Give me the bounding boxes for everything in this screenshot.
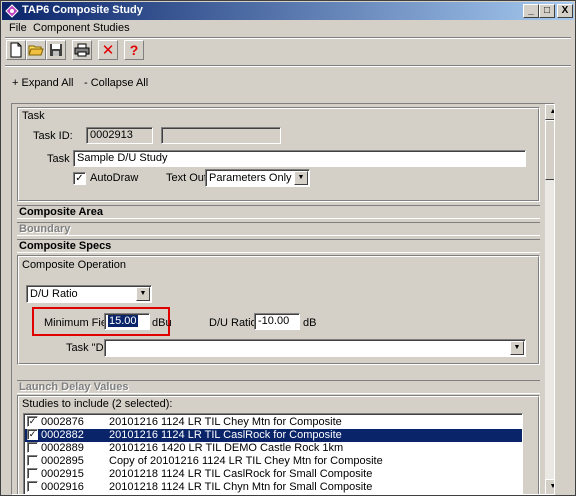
study-name: 20101216 1124 LR TIL Chey Mtn for Compos… bbox=[109, 416, 342, 428]
study-id: 0002895 bbox=[41, 455, 84, 467]
menu-file[interactable]: File bbox=[9, 22, 27, 34]
task-name-input[interactable]: Sample D/U Study bbox=[73, 150, 526, 167]
chevron-down-icon[interactable]: ▼ bbox=[510, 341, 524, 355]
study-checkbox[interactable] bbox=[27, 468, 38, 479]
study-id: 0002915 bbox=[41, 468, 84, 480]
study-row[interactable]: 0002895 Copy of 20101216 1124 LR TIL Che… bbox=[25, 455, 522, 468]
du-ratio-input[interactable]: -10.00 bbox=[254, 313, 300, 330]
menu-component-studies[interactable]: Component Studies bbox=[33, 22, 130, 34]
composite-specs-header[interactable]: Composite Specs bbox=[17, 239, 540, 253]
study-checkbox[interactable]: ✓ bbox=[27, 416, 38, 427]
study-checkbox[interactable]: ✓ bbox=[27, 429, 38, 440]
composite-area-header[interactable]: Composite Area bbox=[17, 205, 540, 219]
help-icon: ? bbox=[129, 42, 139, 58]
close-button[interactable]: X bbox=[557, 4, 573, 18]
chevron-down-icon[interactable]: ▼ bbox=[136, 287, 150, 301]
save-icon bbox=[50, 44, 62, 56]
text-out-label: Text Out: bbox=[166, 172, 211, 184]
task-id-label: Task ID: bbox=[33, 130, 73, 142]
minimum-field-unit: dBu bbox=[152, 317, 172, 329]
task-name-label: Task bbox=[47, 153, 70, 165]
delete-button[interactable]: ✕ bbox=[98, 40, 118, 60]
autodraw-checkbox[interactable]: ✓ bbox=[73, 172, 86, 185]
autodraw-label: AutoDraw bbox=[90, 172, 139, 184]
save-button[interactable] bbox=[46, 40, 66, 60]
study-name: 20101218 1124 LR TIL CaslRock for Small … bbox=[109, 468, 373, 480]
app-window: TAP6 Composite Study _ □ X File Componen… bbox=[0, 0, 576, 496]
expand-bar: + Expand All - Collapse All bbox=[2, 71, 574, 99]
scroll-thumb[interactable] bbox=[545, 120, 554, 180]
expand-all-button[interactable]: + Expand All bbox=[12, 77, 73, 89]
launch-delay-header: Launch Delay Values bbox=[17, 380, 540, 394]
toolbar: ✕ ? bbox=[2, 38, 574, 64]
app-logo-icon bbox=[5, 4, 19, 18]
content-scroll-panel: Task Task ID: 0002913 Task Sample D/U St… bbox=[11, 103, 555, 495]
composite-operation-select[interactable]: D/U Ratio ▼ bbox=[26, 285, 152, 303]
print-button[interactable] bbox=[72, 40, 92, 60]
collapse-all-button[interactable]: - Collapse All bbox=[84, 77, 148, 89]
studies-list[interactable]: ✓ 0002876 20101216 1124 LR TIL Chey Mtn … bbox=[23, 413, 523, 494]
study-row[interactable]: 0002915 20101218 1124 LR TIL CaslRock fo… bbox=[25, 468, 522, 481]
print-icon bbox=[74, 43, 90, 57]
scroll-up-icon[interactable]: ▲ bbox=[545, 104, 554, 120]
task-d-label: Task "D" bbox=[66, 342, 108, 354]
composite-operation-label: Composite Operation bbox=[22, 259, 126, 271]
study-id: 0002916 bbox=[41, 481, 84, 493]
study-row[interactable]: ✓ 0002876 20101216 1124 LR TIL Chey Mtn … bbox=[25, 416, 522, 429]
composite-operation-value: D/U Ratio bbox=[30, 288, 78, 300]
task-header: Task bbox=[22, 110, 45, 122]
du-ratio-label: D/U Ratio bbox=[209, 317, 257, 329]
text-out-value: Parameters Only bbox=[209, 172, 292, 184]
window-title: TAP6 Composite Study bbox=[22, 4, 143, 16]
new-icon bbox=[10, 42, 22, 58]
task-id-field: 0002913 bbox=[86, 127, 153, 144]
minimize-button[interactable]: _ bbox=[523, 4, 539, 18]
study-row[interactable]: 0002889 20101216 1420 LR TIL DEMO Castle… bbox=[25, 442, 522, 455]
task-group: Task Task ID: 0002913 Task Sample D/U St… bbox=[17, 107, 540, 202]
maximize-button[interactable]: □ bbox=[539, 4, 555, 18]
open-button[interactable] bbox=[26, 40, 46, 60]
study-row-selected[interactable]: ✓ 0002882 20101216 1124 LR TIL CaslRock … bbox=[25, 429, 522, 442]
study-name: 20101216 1420 LR TIL DEMO Castle Rock 1k… bbox=[109, 442, 344, 454]
delete-icon: ✕ bbox=[101, 42, 115, 59]
study-id: 0002889 bbox=[41, 442, 84, 454]
open-icon bbox=[28, 45, 44, 56]
study-id: 0002882 bbox=[41, 429, 84, 441]
title-bar[interactable]: TAP6 Composite Study _ □ X bbox=[2, 2, 574, 20]
task-id-extra-field bbox=[161, 127, 281, 144]
study-name: 20101218 1124 LR TIL Chyn Mtn for Small … bbox=[109, 481, 373, 493]
composite-operation-group: Composite Operation D/U Ratio ▼ Minimum … bbox=[17, 255, 540, 365]
vertical-scrollbar[interactable]: ▲ ▼ bbox=[545, 104, 554, 494]
boundary-header: Boundary bbox=[17, 222, 540, 236]
study-checkbox[interactable] bbox=[27, 442, 38, 453]
menu-bar: File Component Studies bbox=[2, 20, 574, 38]
study-row[interactable]: 0002916 20101218 1124 LR TIL Chyn Mtn fo… bbox=[25, 481, 522, 494]
scroll-down-icon[interactable]: ▼ bbox=[545, 479, 554, 494]
study-id: 0002876 bbox=[41, 416, 84, 428]
study-checkbox[interactable] bbox=[27, 481, 38, 492]
help-button[interactable]: ? bbox=[124, 40, 144, 60]
chevron-down-icon[interactable]: ▼ bbox=[294, 171, 308, 185]
du-ratio-unit: dB bbox=[303, 317, 317, 329]
study-name: Copy of 20101216 1124 LR TIL Chey Mtn fo… bbox=[109, 455, 383, 467]
task-d-select[interactable]: ▼ bbox=[104, 339, 526, 357]
studies-label: Studies to include (2 selected): bbox=[22, 398, 173, 410]
text-out-select[interactable]: Parameters Only ▼ bbox=[205, 169, 310, 187]
minimum-field-value: 15.00 bbox=[108, 315, 138, 327]
study-checkbox[interactable] bbox=[27, 455, 38, 466]
new-button[interactable] bbox=[6, 40, 26, 60]
minimum-field-input[interactable]: 15.00 bbox=[104, 313, 150, 330]
study-name: 20101216 1124 LR TIL CaslRock for Compos… bbox=[109, 429, 342, 441]
toolbar-separator bbox=[5, 65, 571, 67]
